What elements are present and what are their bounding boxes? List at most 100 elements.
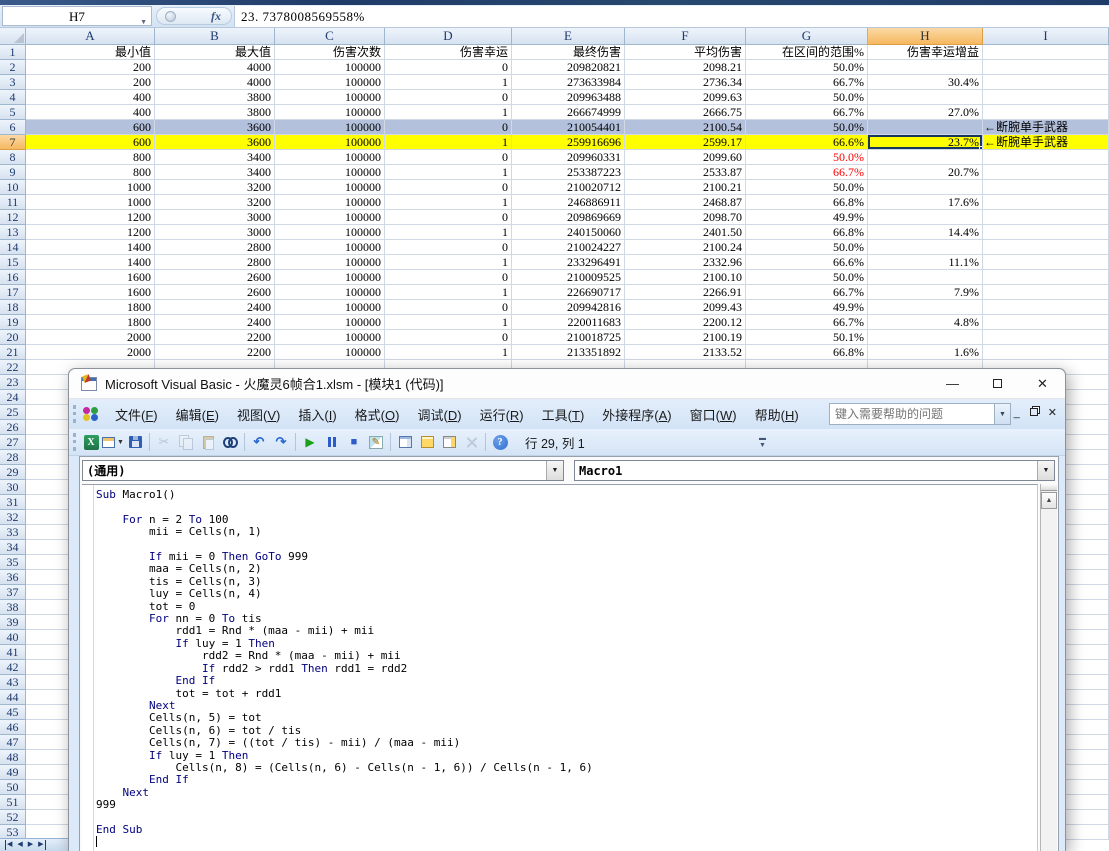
cell-B10[interactable]: 3200 [155,180,275,195]
cell-E7[interactable]: 259916696 [512,135,625,150]
object-dropdown[interactable]: (通用) ▼ [82,460,564,481]
cell-H6[interactable] [868,120,983,135]
insert-function-control[interactable]: fx [156,7,232,25]
first-sheet-button[interactable]: ◀ [5,840,12,850]
cell-F6[interactable]: 2100.54 [625,120,746,135]
cell-C14[interactable]: 100000 [275,240,385,255]
cell-B21[interactable]: 2200 [155,345,275,360]
cell-G18[interactable]: 49.9% [746,300,868,315]
cell-F11[interactable]: 2468.87 [625,195,746,210]
procedure-dropdown-arrow-icon[interactable]: ▼ [1037,461,1054,480]
cell-I2[interactable] [983,60,1109,75]
cell-E8[interactable]: 209960331 [512,150,625,165]
cell-C5[interactable]: 100000 [275,105,385,120]
row-header-15[interactable]: 15 [0,255,26,270]
cell-C11[interactable]: 100000 [275,195,385,210]
cell-D9[interactable]: 1 [385,165,512,180]
menu-item-t[interactable]: 工具(T) [533,404,594,427]
row-header-11[interactable]: 11 [0,195,26,210]
row-header-38[interactable]: 38 [0,600,26,615]
cell-E19[interactable]: 220011683 [512,315,625,330]
cell-I12[interactable] [983,210,1109,225]
row-header-6[interactable]: 6 [0,120,26,135]
menu-item-o[interactable]: 格式(O) [346,404,409,427]
cell-G12[interactable]: 49.9% [746,210,868,225]
cell-B5[interactable]: 3800 [155,105,275,120]
row-header-25[interactable]: 25 [0,405,26,420]
cell-B16[interactable]: 2600 [155,270,275,285]
cell-D2[interactable]: 0 [385,60,512,75]
cell-I21[interactable] [983,345,1109,360]
row-header-33[interactable]: 33 [0,525,26,540]
object-browser-icon[interactable] [438,431,460,453]
cell-F1[interactable]: 平均伤害 [625,45,746,60]
fill-handle[interactable] [979,146,983,150]
cell-I4[interactable] [983,90,1109,105]
cell-F12[interactable]: 2098.70 [625,210,746,225]
cell-H9[interactable]: 20.7% [868,165,983,180]
row-header-5[interactable]: 5 [0,105,26,120]
cell-H3[interactable]: 30.4% [868,75,983,90]
cell-I14[interactable] [983,240,1109,255]
cell-D17[interactable]: 1 [385,285,512,300]
cell-A2[interactable]: 200 [26,60,155,75]
cell-B2[interactable]: 4000 [155,60,275,75]
cell-F9[interactable]: 2533.87 [625,165,746,180]
cell-F18[interactable]: 2099.43 [625,300,746,315]
cell-H8[interactable] [868,150,983,165]
row-header-9[interactable]: 9 [0,165,26,180]
cell-E10[interactable]: 210020712 [512,180,625,195]
cell-A10[interactable]: 1000 [26,180,155,195]
find-icon[interactable] [219,431,241,453]
cell-G4[interactable]: 50.0% [746,90,868,105]
cell-A1[interactable]: 最小值 [26,45,155,60]
cell-F3[interactable]: 2736.34 [625,75,746,90]
toolbar-grip-handle[interactable] [73,433,76,451]
cell-D19[interactable]: 1 [385,315,512,330]
save-icon[interactable] [124,431,146,453]
cell-B17[interactable]: 2600 [155,285,275,300]
row-header-31[interactable]: 31 [0,495,26,510]
cell-G19[interactable]: 66.7% [746,315,868,330]
cell-B4[interactable]: 3800 [155,90,275,105]
cell-B7[interactable]: 3600 [155,135,275,150]
cell-E11[interactable]: 246886911 [512,195,625,210]
cell-E13[interactable]: 240150060 [512,225,625,240]
cell-I13[interactable] [983,225,1109,240]
row-header-19[interactable]: 19 [0,315,26,330]
cell-H15[interactable]: 11.1% [868,255,983,270]
code-vertical-scrollbar[interactable]: ▲ [1040,484,1057,851]
cell-G7[interactable]: 66.6% [746,135,868,150]
row-header-10[interactable]: 10 [0,180,26,195]
cell-A6[interactable]: 600 [26,120,155,135]
cell-H1[interactable]: 伤害幸运增益 [868,45,983,60]
cell-H13[interactable]: 14.4% [868,225,983,240]
insert-userform-icon[interactable]: ▼ [102,431,124,453]
row-header-3[interactable]: 3 [0,75,26,90]
cell-I5[interactable] [983,105,1109,120]
cell-H10[interactable] [868,180,983,195]
cell-C10[interactable]: 100000 [275,180,385,195]
cell-A16[interactable]: 1600 [26,270,155,285]
cell-C2[interactable]: 100000 [275,60,385,75]
row-header-37[interactable]: 37 [0,585,26,600]
menu-item-f[interactable]: 文件(F) [106,404,167,427]
cell-F15[interactable]: 2332.96 [625,255,746,270]
cell-I19[interactable] [983,315,1109,330]
menu-item-h[interactable]: 帮助(H) [746,404,808,427]
column-header-B[interactable]: B [155,28,275,45]
row-header-27[interactable]: 27 [0,435,26,450]
column-header-C[interactable]: C [275,28,385,45]
cell-E21[interactable]: 213351892 [512,345,625,360]
cell-D10[interactable]: 0 [385,180,512,195]
menu-item-w[interactable]: 窗口(W) [681,404,746,427]
cell-B3[interactable]: 4000 [155,75,275,90]
cell-D4[interactable]: 0 [385,90,512,105]
cell-C19[interactable]: 100000 [275,315,385,330]
row-header-22[interactable]: 22 [0,360,26,375]
mdi-minimize-button[interactable]: _ [1014,406,1020,420]
column-header-I[interactable]: I [983,28,1109,45]
cell-E3[interactable]: 273633984 [512,75,625,90]
row-header-20[interactable]: 20 [0,330,26,345]
cell-H11[interactable]: 17.6% [868,195,983,210]
